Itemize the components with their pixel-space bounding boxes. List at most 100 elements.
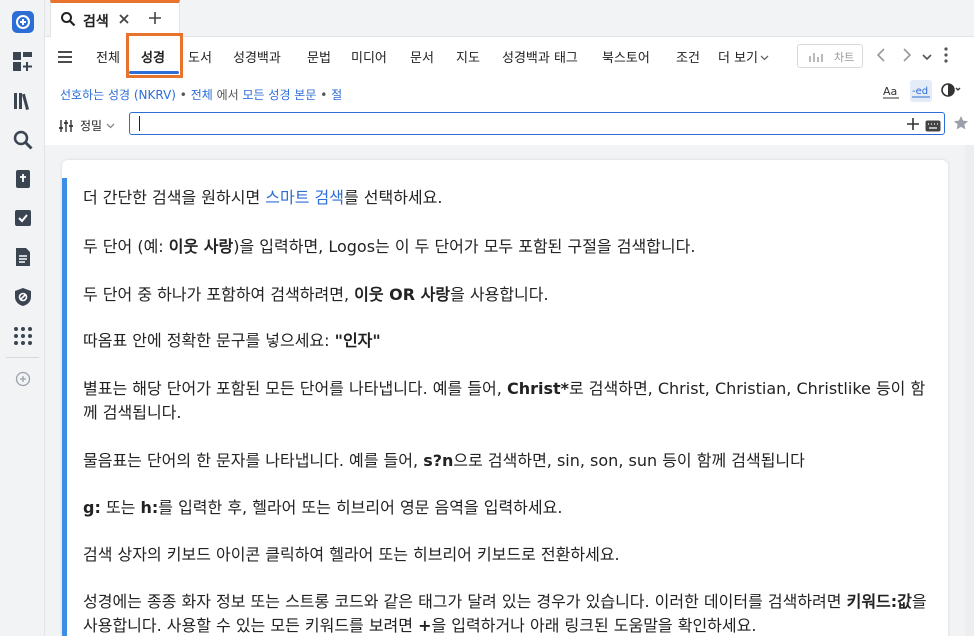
search-input[interactable] bbox=[136, 115, 896, 132]
text-caret bbox=[139, 116, 140, 131]
add-icon[interactable] bbox=[906, 116, 920, 135]
help-example: g: bbox=[83, 498, 101, 517]
tab-all[interactable]: 전체 bbox=[96, 47, 120, 66]
help-text: 검색 상자의 키보드 아이콘 클릭하여 헬라어 또는 히브리어 키보드로 전환하… bbox=[83, 545, 620, 564]
scope-all-link[interactable]: 전체 bbox=[191, 88, 213, 102]
checklist-icon[interactable] bbox=[9, 204, 37, 232]
help-tip-1: 더 간단한 검색을 원하시면 스마트 검색를 선택하세요. bbox=[83, 186, 938, 210]
chart-button[interactable]: 차트 bbox=[797, 44, 863, 68]
help-example: + bbox=[418, 616, 432, 635]
bible-icon[interactable] bbox=[9, 165, 37, 193]
precision-value: 정밀 bbox=[80, 119, 103, 133]
library-icon[interactable] bbox=[9, 87, 37, 115]
menu-icon[interactable] bbox=[57, 49, 73, 68]
inflection-icon[interactable]: -ed bbox=[910, 80, 932, 102]
tab-maps[interactable]: 지도 bbox=[456, 47, 480, 66]
chart-button-label: 차트 bbox=[834, 51, 855, 64]
favorite-star-icon[interactable] bbox=[953, 115, 969, 135]
help-text: 두 단어 (예: bbox=[83, 237, 169, 256]
history-dropdown-icon[interactable] bbox=[921, 48, 933, 67]
help-tip-4: 따옴표 안에 정확한 문구를 넣으세요: "인자" bbox=[83, 329, 938, 353]
search-scope: 선호하는 성경 (NKRV) • 전체 에서 모든 성경 본문 • 절 bbox=[60, 86, 342, 103]
close-icon[interactable] bbox=[117, 11, 131, 30]
help-tip-7: g: 또는 h:를 입력한 후, 헬라어 또는 히브리어 영문 음역을 입력하세… bbox=[83, 496, 938, 520]
search-box[interactable] bbox=[129, 112, 945, 135]
help-example: 이웃 사랑 bbox=[168, 237, 234, 256]
help-text: )을 입력하면, Logos는 이 두 단어가 모두 포함된 구절을 검색합니다… bbox=[233, 237, 696, 256]
help-tip-5: 별표는 해당 단어가 포함된 모든 단어를 나타냅니다. 예를 들어, Chri… bbox=[83, 377, 938, 425]
help-example: "인자" bbox=[334, 331, 381, 350]
tab-more-label: 더 보기 bbox=[718, 51, 759, 66]
tab-grammar[interactable]: 문법 bbox=[307, 47, 331, 66]
help-text: 을 사용합니다. bbox=[450, 285, 549, 304]
chart-icon bbox=[809, 53, 823, 62]
help-tip-8: 검색 상자의 키보드 아이콘 클릭하여 헬라어 또는 히브리어 키보드로 전환하… bbox=[83, 543, 938, 567]
tab-encyclopedia-tags[interactable]: 성경백과 태그 bbox=[502, 47, 578, 66]
results-area: 더 간단한 검색을 원하시면 스마트 검색를 선택하세요. 두 단어 (예: 이… bbox=[45, 145, 965, 636]
back-icon[interactable] bbox=[874, 46, 888, 68]
search-options-icon bbox=[58, 118, 74, 137]
tab-bookstore[interactable]: 북스토어 bbox=[602, 47, 650, 66]
help-example: Christ* bbox=[506, 379, 569, 398]
scrollbar[interactable] bbox=[965, 145, 974, 636]
apps-grid-icon[interactable] bbox=[9, 322, 37, 350]
all-bible-text-link[interactable]: 모든 성경 본문 bbox=[243, 88, 317, 102]
tab-conditions[interactable]: 조건 bbox=[676, 47, 700, 66]
help-tip-2: 두 단어 (예: 이웃 사랑)을 입력하면, Logos는 이 두 단어가 모두… bbox=[83, 235, 938, 259]
help-text: 성경에는 종종 화자 정보 또는 스트롱 코드와 같은 태그가 달려 있는 경우… bbox=[83, 592, 847, 611]
tab-label: 검색 bbox=[83, 14, 109, 30]
help-text: 또는 bbox=[100, 498, 141, 517]
keyboard-icon[interactable] bbox=[925, 117, 941, 136]
help-text: 을 입력하거나 아래 링크된 도움말을 확인하세요. bbox=[431, 616, 757, 635]
search-icon bbox=[60, 11, 76, 31]
verse-link[interactable]: 절 bbox=[331, 88, 342, 102]
help-text: 두 단어 중 하나가 포함하여 검색하려면, bbox=[83, 285, 355, 304]
tab-bible-encyclopedia[interactable]: 성경백과 bbox=[233, 47, 281, 66]
help-example: 키워드:값 bbox=[846, 592, 912, 611]
scope-in-text: 에서 bbox=[212, 88, 243, 102]
format-toolbar: Aa -ed bbox=[864, 80, 974, 104]
svg-text:Aa: Aa bbox=[883, 85, 897, 98]
add-shortcut-icon[interactable] bbox=[9, 365, 37, 393]
category-nav: 전체 성경 도서 성경백과 문법 미디어 문서 지도 성경백과 태그 북스토어 … bbox=[45, 37, 974, 77]
chevron-down-icon bbox=[760, 55, 769, 61]
precision-label: 정밀 bbox=[80, 117, 115, 134]
more-options-icon[interactable] bbox=[944, 47, 948, 67]
logos-logo-icon[interactable] bbox=[9, 8, 37, 36]
tab-media[interactable]: 미디어 bbox=[351, 47, 387, 66]
shield-icon[interactable] bbox=[9, 283, 37, 311]
rail-divider bbox=[6, 357, 39, 358]
help-tip-9: 성경에는 종종 화자 정보 또는 스트롱 코드와 같은 태그가 달려 있는 경우… bbox=[83, 590, 938, 636]
help-text: 으로 검색하면, sin, son, sun 등이 함께 검색됩니다 bbox=[453, 451, 805, 470]
font-size-icon[interactable]: Aa bbox=[882, 82, 900, 104]
preferred-bible-link[interactable]: 선호하는 성경 (NKRV) bbox=[60, 88, 176, 102]
help-text: 를 선택하세요. bbox=[343, 188, 443, 207]
help-text: 별표는 해당 단어가 포함된 모든 단어를 나타냅니다. 예를 들어, bbox=[83, 379, 507, 398]
search-help-card: 더 간단한 검색을 원하시면 스마트 검색를 선택하세요. 두 단어 (예: 이… bbox=[62, 160, 948, 636]
forward-icon[interactable] bbox=[900, 46, 914, 68]
help-example: 이웃 OR 사랑 bbox=[354, 285, 451, 304]
help-text: 따옴표 안에 정확한 문구를 넣으세요: bbox=[83, 331, 335, 350]
help-example: s?n bbox=[423, 451, 454, 470]
search-icon[interactable] bbox=[9, 126, 37, 154]
bible-tab-highlight bbox=[126, 33, 183, 78]
tab-bar: 검색 bbox=[45, 0, 974, 37]
help-tip-6: 물음표는 단어의 한 문자를 나타냅니다. 예를 들어, s?n으로 검색하면,… bbox=[83, 449, 938, 473]
visual-filter-icon[interactable] bbox=[941, 82, 961, 102]
scope-separator: • bbox=[175, 88, 191, 102]
smart-search-link[interactable]: 스마트 검색 bbox=[265, 188, 344, 207]
new-tab-icon[interactable] bbox=[147, 10, 163, 30]
scope-separator-2: • bbox=[316, 88, 332, 102]
dashboard-add-icon[interactable] bbox=[9, 48, 37, 76]
left-rail bbox=[0, 0, 45, 636]
chevron-down-icon bbox=[106, 123, 115, 129]
document-icon[interactable] bbox=[9, 243, 37, 271]
help-text: 더 간단한 검색을 원하시면 bbox=[83, 188, 266, 207]
help-tip-3: 두 단어 중 하나가 포함하여 검색하려면, 이웃 OR 사랑을 사용합니다. bbox=[83, 283, 938, 307]
svg-text:-ed: -ed bbox=[912, 86, 928, 97]
help-text: 물음표는 단어의 한 문자를 나타냅니다. 예를 들어, bbox=[83, 451, 424, 470]
tab-more[interactable]: 더 보기 bbox=[718, 47, 769, 66]
tab-books[interactable]: 도서 bbox=[188, 47, 212, 66]
tab-documents[interactable]: 문서 bbox=[410, 47, 434, 66]
help-example: h: bbox=[140, 498, 159, 517]
